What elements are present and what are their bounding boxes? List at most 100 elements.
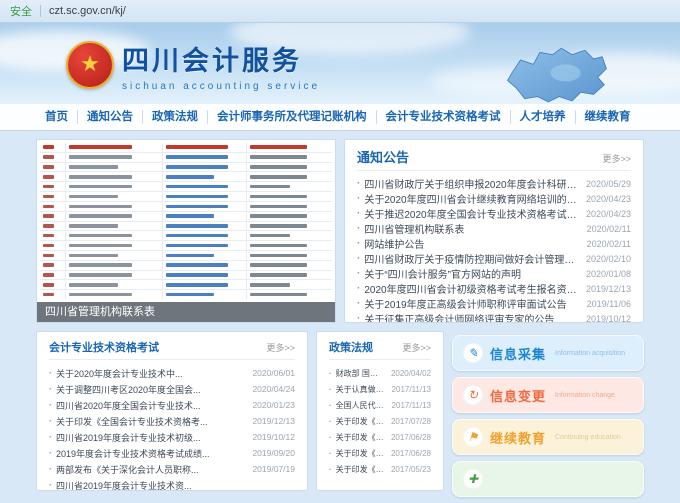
notice-date: 2020/01/08 (586, 269, 631, 279)
url-text[interactable]: czt.sc.gov.cn/kj/ (49, 5, 126, 17)
table-row (40, 290, 332, 299)
services-column: ✎ 信息采集 Information acquisition ↻ 信息变更 In… (452, 331, 644, 503)
policy-item-title[interactable]: 关于认真做好《会计法》贯彻... (336, 384, 386, 395)
exam-item[interactable]: 关于印发《全国会计专业技术资格考... 2019/12/13 (49, 413, 295, 429)
policy-item-date: 2020/04/02 (391, 369, 431, 378)
notice-title[interactable]: 网站维护公告 (364, 236, 580, 251)
notice-item[interactable]: 关于“四川会计服务”官方网站的声明 2020/01/08 (357, 266, 631, 281)
policy-item[interactable]: 关于印发《小企业内部控制规... 2017/07/28 (329, 413, 431, 429)
notice-title[interactable]: 四川省财政厅关于疫情防控期间做好会计管理工作的公告 (364, 251, 580, 266)
nav-item[interactable]: 政策法规 (143, 110, 208, 124)
service-label: 继续教育 (490, 428, 546, 447)
notice-item[interactable]: 网站维护公告 2020/02/11 (357, 236, 631, 251)
notice-date: 2020/02/11 (587, 239, 631, 249)
exam-item-title[interactable]: 四川省2019年度会计专业技术初级... (56, 431, 246, 444)
nav-list: 首页 通知公告 政策法规 会计师事务所及代理记账机构 会计专业技术资格考试 人才… (0, 104, 640, 130)
notice-title[interactable]: 四川省管理机构联系表 (364, 221, 580, 236)
notice-item[interactable]: 四川省财政厅关于疫情防控期间做好会计管理工作的公告 2020/02/10 (357, 251, 631, 266)
policy-item[interactable]: 全国人民代表大会常务委员会关... 2017/11/13 (329, 397, 431, 413)
table-row (40, 202, 332, 212)
notice-item[interactable]: 关于推迟2020年度全国会计专业技术资格考试日期有关事... 2020/04/2… (357, 206, 631, 221)
policy-item-title[interactable]: 关于印发《小企业内部控制规... (336, 416, 385, 427)
policy-item[interactable]: 关于印发《企业会计准则解释... 2017/06/28 (329, 429, 431, 445)
policy-item[interactable]: 财政部 国家档案局关于规范电子... 2020/04/02 (329, 365, 431, 381)
site-title-block: 四川会计服务 sichuan accounting service (122, 39, 320, 92)
nav-item[interactable]: 继续教育 (576, 110, 640, 124)
service-card[interactable]: ✎ 信息采集 Information acquisition (452, 335, 644, 371)
policy-item-date: 2017/11/13 (392, 385, 431, 394)
table-row (40, 222, 332, 232)
table-row (40, 153, 332, 163)
nav-item[interactable]: 会计师事务所及代理记账机构 (208, 110, 377, 124)
policy-item[interactable]: 关于印发《企业会计准则解释... 2017/06/28 (329, 445, 431, 461)
notice-item[interactable]: 2020年度四川省会计初级资格考试考生报名资格审核公告 2019/12/13 (357, 281, 631, 296)
notice-title[interactable]: 关于“四川会计服务”官方网站的声明 (364, 266, 580, 281)
notice-title[interactable]: 关于2019年度正高级会计师职称评审面试公告 (364, 296, 580, 311)
policy-item[interactable]: 关于印发《企业会计准则第42... 2017/05/23 (329, 461, 431, 477)
notice-title[interactable]: 关于推迟2020年度全国会计专业技术资格考试日期有关事... (364, 206, 580, 221)
exam-item[interactable]: 两部发布《关于深化会计人员职称... 2019/07/19 (49, 461, 295, 477)
exam-title: 会计专业技术资格考试 (49, 339, 159, 355)
service-card[interactable]: ↻ 信息变更 Information change (452, 377, 644, 413)
policy-item-title[interactable]: 财政部 国家档案局关于规范电子... (336, 368, 385, 379)
notice-title[interactable]: 关于2020年度四川省会计继续教育网络培训的公告 (364, 191, 580, 206)
notices-list: 四川省财政厅关于组织申报2020年度会计科研项目的通知 2020/05/29 关… (357, 174, 631, 323)
service-label: 信息采集 (490, 344, 546, 363)
exam-more-link[interactable]: 更多>> (266, 341, 295, 354)
notice-item[interactable]: 四川省财政厅关于组织申报2020年度会计科研项目的通知 2020/05/29 (357, 176, 631, 191)
notice-title[interactable]: 2020年度四川省会计初级资格考试考生报名资格审核公告 (364, 281, 580, 296)
service-card[interactable]: ✚ (452, 461, 644, 497)
table-row (40, 212, 332, 222)
carousel[interactable]: 四川省管理机构联系表 (36, 139, 336, 323)
service-card[interactable]: ⚑ 继续教育 Continuing education (452, 419, 644, 455)
exam-item-title[interactable]: 四川省2019年度会计专业技术资... (56, 479, 289, 492)
notice-item[interactable]: 关于征集正高级会计师网络评审专家的公告 2019/10/12 (357, 311, 631, 323)
exam-item-title[interactable]: 关于印发《全国会计专业技术资格考... (56, 415, 246, 428)
nav-item[interactable]: 人才培养 (511, 110, 576, 124)
browser-address-bar[interactable]: 安全 czt.sc.gov.cn/kj/ (0, 0, 680, 23)
policy-item-title[interactable]: 关于印发《企业会计准则第42... (336, 464, 385, 475)
exam-item[interactable]: 2019年度会计专业技术资格考试成绩... 2019/09/20 (49, 445, 295, 461)
exam-item[interactable]: 四川省2020年度全国会计专业技术... 2020/01/23 (49, 397, 295, 413)
pen-icon: ✎ (463, 343, 483, 363)
table-row (40, 280, 332, 290)
exam-item[interactable]: 关于调整四川考区2020年度全国会... 2020/04/24 (49, 381, 295, 397)
notice-date: 2019/10/12 (586, 314, 631, 324)
notice-item[interactable]: 关于2019年度正高级会计师职称评审面试公告 2019/11/06 (357, 296, 631, 311)
notices-panel: 通知公告 更多>> 四川省财政厅关于组织申报2020年度会计科研项目的通知 20… (344, 139, 644, 323)
notice-title[interactable]: 关于征集正高级会计师网络评审专家的公告 (364, 311, 580, 323)
policy-item-date: 2017/05/23 (391, 465, 431, 474)
exam-panel: 会计专业技术资格考试 更多>> 关于2020年度会计专业技术中... 2020/… (36, 331, 308, 491)
policy-item[interactable]: 关于认真做好《会计法》贯彻... 2017/11/13 (329, 381, 431, 397)
national-emblem-logo: ★ (66, 41, 114, 89)
exam-item[interactable]: 关于2020年度会计专业技术中... 2020/06/01 (49, 365, 295, 381)
exam-item[interactable]: 四川省2019年度会计专业技术初级... 2019/10/12 (49, 429, 295, 445)
notice-item[interactable]: 关于2020年度四川省会计继续教育网络培训的公告 2020/04/23 (357, 191, 631, 206)
service-label-en: Information change (555, 392, 615, 399)
exam-item-title[interactable]: 关于调整四川考区2020年度全国会... (56, 383, 246, 396)
notice-title[interactable]: 四川省财政厅关于组织申报2020年度会计科研项目的通知 (364, 176, 580, 191)
service-label: 信息变更 (490, 386, 546, 405)
policy-item-title[interactable]: 全国人民代表大会常务委员会关... (336, 400, 386, 411)
exam-item[interactable]: 四川省2019年度会计专业技术资... (49, 477, 295, 491)
exam-item-date: 2019/12/13 (252, 416, 295, 426)
nav-item[interactable]: 会计专业技术资格考试 (377, 110, 511, 124)
nav-item[interactable]: 通知公告 (78, 110, 143, 124)
policy-item-title[interactable]: 关于印发《企业会计准则解释... (336, 432, 385, 443)
exam-item-date: 2019/07/19 (252, 464, 295, 474)
exam-item-title[interactable]: 两部发布《关于深化会计人员职称... (56, 463, 246, 476)
table-row (40, 163, 332, 173)
table-row (40, 241, 332, 251)
exam-item-title[interactable]: 2019年度会计专业技术资格考试成绩... (56, 447, 246, 460)
plus-icon: ✚ (463, 469, 483, 489)
service-label-en: Information acquisition (555, 350, 625, 357)
exam-item-title[interactable]: 关于2020年度会计专业技术中... (56, 367, 246, 380)
exam-item-title[interactable]: 四川省2020年度全国会计专业技术... (56, 399, 246, 412)
notices-more-link[interactable]: 更多>> (602, 152, 631, 165)
notice-item[interactable]: 四川省管理机构联系表 2020/02/11 (357, 221, 631, 236)
nav-item[interactable]: 首页 (36, 110, 78, 124)
policy-more-link[interactable]: 更多>> (402, 341, 431, 354)
table-row (40, 271, 332, 281)
exam-item-date: 2020/06/01 (252, 368, 295, 378)
policy-item-title[interactable]: 关于印发《企业会计准则解释... (336, 448, 385, 459)
